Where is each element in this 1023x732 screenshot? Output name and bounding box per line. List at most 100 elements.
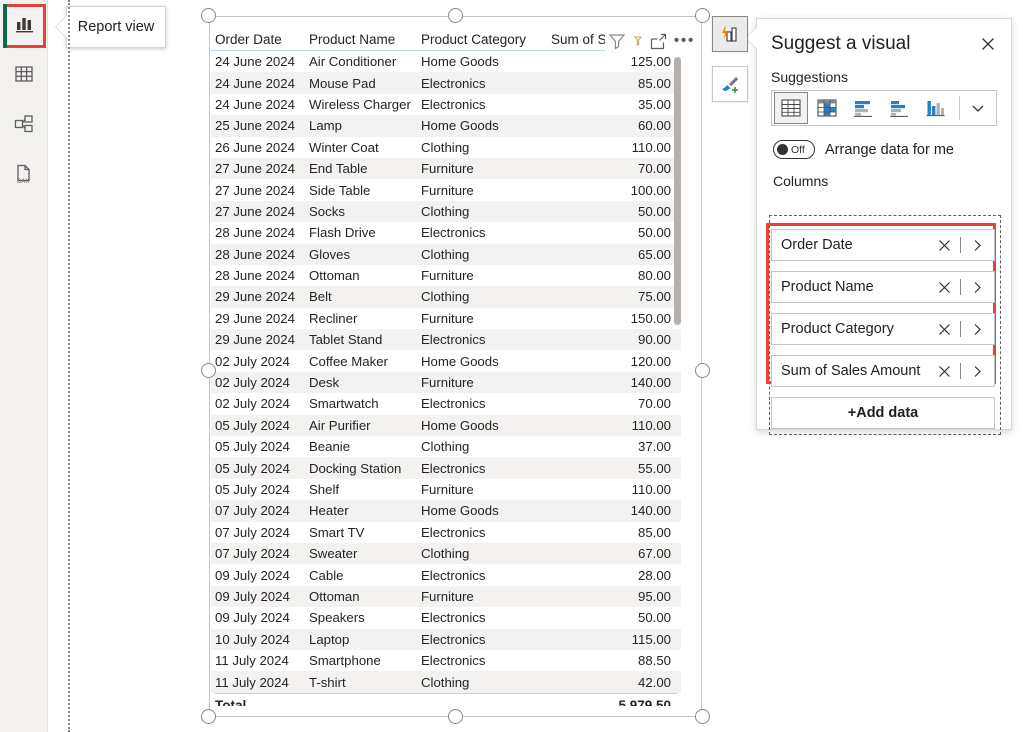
sidebar-item-report-view[interactable] [3,4,46,48]
table-row[interactable]: 09 July 2024 Cable Electronics 28.00 [211,564,681,585]
table-row[interactable]: 11 July 2024 T-shirt Clothing 42.00 [211,671,681,693]
total-label: Total [215,698,247,706]
table-row[interactable]: 02 July 2024 Smartwatch Electronics 70.00 [211,393,681,414]
filter-funnel-icon[interactable] [607,31,627,51]
cell-order-date: 26 June 2024 [215,139,295,155]
drill-filter-icon[interactable] [633,33,643,49]
chevron-down-icon[interactable] [960,100,996,116]
suggest-a-visual-button[interactable] [712,16,748,52]
chevron-right-icon[interactable] [966,364,988,379]
cell-product-name: Smartphone [309,653,381,669]
table-row[interactable]: 28 June 2024 Ottoman Furniture 80.00 [211,265,681,286]
table-row[interactable]: 05 July 2024 Air Purifier Home Goods 110.00 [211,414,681,437]
table-row[interactable]: 07 July 2024 Smart TV Electronics 85.00 [211,522,681,543]
cell-order-date: 24 June 2024 [215,75,295,91]
resize-handle-bottom-left[interactable] [201,709,216,724]
arrange-data-toggle[interactable]: Off [773,140,815,159]
suggestion-bar-stacked[interactable] [846,92,880,124]
column-header-order-date[interactable]: Order Date [215,32,309,47]
table-grid-icon [13,63,35,90]
add-data-button[interactable]: +Add data [771,397,995,429]
total-value: 5,979.50 [618,698,671,706]
resize-handle-bottom-right[interactable] [695,709,710,724]
table-visual[interactable]: Order Date Product Name Product Category… [209,16,702,717]
remove-icon[interactable] [933,364,955,379]
cell-product-name: Beanie [309,439,351,455]
table-row[interactable]: 09 July 2024 Speakers Electronics 50.00 [211,607,681,628]
table-row[interactable]: 27 June 2024 Side Table Furniture 100.00 [211,179,681,200]
resize-handle-top-right[interactable] [695,8,710,23]
cell-order-date: 24 June 2024 [215,96,295,112]
column-chip-sum-of-sales-amount[interactable]: Sum of Sales Amount [771,355,995,387]
resize-handle-middle-left[interactable] [201,363,216,378]
cell-sales-amount: 50.00 [637,225,671,241]
table-row[interactable]: 28 June 2024 Flash Drive Electronics 50.00 [211,222,681,243]
cell-product-category: Electronics [421,631,486,647]
cell-order-date: 27 June 2024 [215,182,295,198]
table-row[interactable]: 24 June 2024 Air Conditioner Home Goods 125… [211,51,681,72]
cell-product-category: Electronics [421,567,486,583]
sidebar-item-table-view[interactable] [6,58,42,94]
table-row[interactable]: 02 July 2024 Desk Furniture 140.00 [211,371,681,394]
column-header-product-category[interactable]: Product Category [421,32,551,47]
resize-handle-bottom-center[interactable] [448,709,463,724]
cell-product-category: Home Goods [421,54,499,70]
cell-sales-amount: 95.00 [637,588,671,604]
table-visual-container[interactable]: Order Date Product Name Product Category… [201,8,710,724]
remove-icon[interactable] [933,322,955,337]
format-visual-button[interactable] [712,66,748,102]
suggestion-bar-clustered[interactable] [882,92,916,124]
table-row[interactable]: 28 June 2024 Gloves Clothing 65.00 [211,243,681,265]
resize-handle-middle-right[interactable] [695,363,710,378]
table-row[interactable]: 24 June 2024 Mouse Pad Electronics 85.00 [211,72,681,94]
column-chip-product-name[interactable]: Product Name [771,271,995,303]
table-row[interactable]: 29 June 2024 Belt Clothing 75.00 [211,286,681,308]
focus-mode-icon[interactable] [649,32,668,51]
chevron-right-icon[interactable] [966,322,988,337]
cell-product-name: Belt [309,289,332,305]
table-row[interactable]: 05 July 2024 Beanie Clothing 37.00 [211,436,681,457]
chevron-right-icon[interactable] [966,238,988,253]
table-row[interactable]: 29 June 2024 Tablet Stand Electronics 90.00 [211,329,681,351]
column-header-product-name[interactable]: Product Name [309,32,421,47]
cell-product-name: Docking Station [309,460,402,476]
cell-sales-amount: 120.00 [630,353,671,369]
table-row[interactable]: 27 June 2024 Socks Clothing 50.00 [211,200,681,223]
table-row[interactable]: 09 July 2024 Ottoman Furniture 95.00 [211,585,681,608]
suggestion-table[interactable] [774,92,808,124]
sidebar-item-model-view[interactable] [6,108,42,144]
table-row[interactable]: 27 June 2024 End Table Furniture 70.00 [211,157,681,180]
sidebar-item-dax-query-view[interactable]: DAX [6,158,42,194]
cell-product-name: Cable [309,567,344,583]
column-chip-order-date[interactable]: Order Date [771,229,995,261]
cell-sales-amount: 42.00 [637,674,671,690]
cell-sales-amount: 28.00 [637,567,671,583]
table-row[interactable]: 10 July 2024 Laptop Electronics 115.00 [211,628,681,650]
table-row[interactable]: 07 July 2024 Sweater Clothing 67.00 [211,542,681,565]
table-row[interactable]: 29 June 2024 Recliner Furniture 150.00 [211,308,681,329]
resize-handle-top-left[interactable] [201,8,216,23]
table-row[interactable]: 05 July 2024 Shelf Furniture 110.00 [211,479,681,500]
suggestion-column-chart[interactable] [918,92,952,124]
chevron-right-icon[interactable] [966,280,988,295]
table-row[interactable]: 24 June 2024 Wireless Charger Electronics 3… [211,94,681,115]
remove-icon[interactable] [933,280,955,295]
cell-product-category: Clothing [421,246,470,262]
table-row[interactable]: 02 July 2024 Coffee Maker Home Goods 120.00 [211,350,681,371]
table-row[interactable]: 11 July 2024 Smartphone Electronics 88.50 [211,650,681,671]
resize-handle-top-center[interactable] [448,8,463,23]
table-row[interactable]: 07 July 2024 Heater Home Goods 140.00 [211,500,681,522]
column-chip-product-category[interactable]: Product Category [771,313,995,345]
more-options-icon[interactable]: ••• [674,33,695,49]
table-row[interactable]: 26 June 2024 Winter Coat Clothing 110.00 [211,137,681,158]
table-row[interactable]: 25 June 2024 Lamp Home Goods 60.00 [211,115,681,137]
cell-sales-amount: 35.00 [637,96,671,112]
remove-icon[interactable] [933,238,955,253]
cell-sales-amount: 110.00 [631,482,671,497]
suggestion-matrix[interactable] [810,92,844,124]
table-scrollbar-thumb[interactable] [674,57,681,325]
table-row[interactable]: 05 July 2024 Docking Station Electronics 55… [211,457,681,479]
close-icon[interactable] [977,33,999,55]
cell-product-name: Ottoman [309,268,360,284]
cell-product-name: Wireless Charger [309,96,411,112]
